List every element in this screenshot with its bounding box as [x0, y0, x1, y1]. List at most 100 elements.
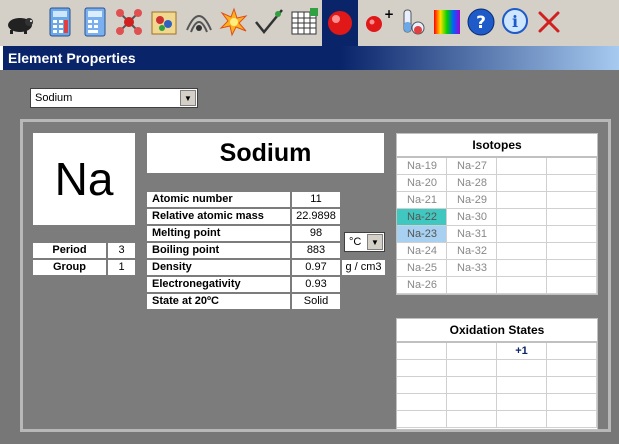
property-value: 883	[292, 243, 340, 258]
oxidation-state-cell	[397, 343, 447, 360]
isotope-cell-empty	[497, 226, 547, 243]
density-unit: g / cm3	[342, 260, 385, 275]
isotope-cell-empty	[547, 277, 597, 294]
oxidation-state-cell: +1	[497, 343, 547, 360]
element-symbol: Na	[33, 133, 135, 225]
isotope-cell[interactable]: Na-30	[447, 209, 497, 226]
isotope-cell-empty	[547, 192, 597, 209]
isotope-cell[interactable]: Na-23	[397, 226, 447, 243]
isotope-cell[interactable]: Na-21	[397, 192, 447, 209]
atom-model-icon[interactable]	[147, 3, 181, 41]
oxidation-state-cell	[497, 411, 547, 428]
property-value: 22.9898	[292, 209, 340, 224]
oxidation-state-cell	[547, 360, 597, 377]
property-value: 98	[292, 226, 340, 241]
svg-text:i: i	[512, 12, 518, 31]
checkmark-graph-icon[interactable]	[252, 3, 286, 41]
isotope-cell[interactable]: Na-28	[447, 175, 497, 192]
oxidation-state-cell	[397, 411, 447, 428]
ion-icon[interactable]: +	[360, 3, 394, 41]
window-title-bar: Element Properties	[0, 46, 619, 70]
property-label: Boiling point	[147, 243, 290, 258]
isotope-cell-empty	[497, 175, 547, 192]
oxidation-state-cell	[547, 411, 597, 428]
svg-text:+: +	[384, 7, 393, 21]
spectrum-icon[interactable]	[430, 3, 464, 41]
isotope-cell[interactable]: Na-27	[447, 158, 497, 175]
property-label: Relative atomic mass	[147, 209, 290, 224]
oxidation-state-cell	[447, 377, 497, 394]
property-value: Solid	[292, 294, 340, 309]
oxidation-state-cell	[447, 360, 497, 377]
isotope-cell-empty	[547, 158, 597, 175]
oxidation-state-cell	[497, 394, 547, 411]
svg-text:?: ?	[476, 13, 486, 33]
isotope-cell[interactable]: Na-22	[397, 209, 447, 226]
isotope-cell-empty	[497, 260, 547, 277]
isotope-cell-empty	[497, 277, 547, 294]
element-select[interactable]: Sodium ▼	[30, 88, 198, 108]
isotope-cell[interactable]: Na-24	[397, 243, 447, 260]
group-label: Group	[33, 260, 106, 275]
info-icon[interactable]: i	[498, 3, 532, 41]
chevron-down-icon[interactable]: ▼	[367, 234, 383, 250]
isotope-cell[interactable]: Na-25	[397, 260, 447, 277]
calculator-icon[interactable]	[77, 3, 111, 41]
data-grid-icon[interactable]	[287, 3, 321, 41]
property-value: 0.93	[292, 277, 340, 292]
oxidation-state-cell	[447, 394, 497, 411]
isotope-cell-empty	[547, 243, 597, 260]
isotope-cell-empty	[547, 226, 597, 243]
property-label: Electronegativity	[147, 277, 290, 292]
explosion-icon[interactable]	[217, 3, 251, 41]
toolbar: + ? i	[0, 0, 619, 47]
period-value: 3	[108, 243, 135, 258]
isotope-cell-empty	[497, 158, 547, 175]
property-value: 11	[292, 192, 340, 207]
oxidation-state-cell	[547, 377, 597, 394]
oxidation-state-cell	[397, 394, 447, 411]
isotope-cell[interactable]: Na-26	[397, 277, 447, 294]
oxidation-state-cell	[547, 343, 597, 360]
isotope-cell[interactable]: Na-33	[447, 260, 497, 277]
chevron-down-icon[interactable]: ▼	[180, 90, 196, 106]
isotope-cell[interactable]: Na-20	[397, 175, 447, 192]
help-icon[interactable]: ?	[464, 3, 498, 41]
close-icon[interactable]	[532, 3, 566, 41]
test-tube-icon[interactable]	[395, 3, 429, 41]
isotope-cell[interactable]	[447, 277, 497, 294]
property-label: Melting point	[147, 226, 290, 241]
element-select-value: Sodium	[35, 92, 73, 104]
periodic-calculator-icon[interactable]	[42, 3, 76, 41]
title-bar-marker	[0, 46, 3, 70]
window-title: Element Properties	[8, 50, 136, 66]
property-label: Density	[147, 260, 290, 275]
isotope-cell[interactable]: Na-32	[447, 243, 497, 260]
oxidation-state-cell	[397, 360, 447, 377]
temperature-unit-select[interactable]: °C ▼	[344, 232, 385, 252]
isotope-cell-empty	[547, 175, 597, 192]
isotope-cell-empty	[547, 260, 597, 277]
temperature-unit-value: °C	[349, 236, 362, 248]
group-value: 1	[108, 260, 135, 275]
oxidation-state-cell	[497, 360, 547, 377]
isotope-cell[interactable]: Na-31	[447, 226, 497, 243]
isotopes-title: Isotopes	[397, 134, 597, 158]
molecule-icon[interactable]	[112, 3, 146, 41]
property-value: 0.97	[292, 260, 340, 275]
oxidation-state-cell	[397, 377, 447, 394]
property-label: Atomic number	[147, 192, 290, 207]
oxidation-state-cell	[447, 411, 497, 428]
oxidation-state-cell	[497, 377, 547, 394]
oxidation-state-cell	[447, 343, 497, 360]
isotope-cell-empty	[497, 192, 547, 209]
oxidation-state-cell	[547, 394, 597, 411]
orbit-icon[interactable]	[182, 3, 216, 41]
element-name: Sodium	[147, 133, 384, 173]
element-properties-icon[interactable]	[322, 0, 358, 46]
isotope-cell[interactable]: Na-29	[447, 192, 497, 209]
isotope-cell-empty	[547, 209, 597, 226]
isotope-cell-empty	[497, 243, 547, 260]
isotope-cell[interactable]: Na-19	[397, 158, 447, 175]
mole-icon[interactable]	[2, 3, 36, 41]
